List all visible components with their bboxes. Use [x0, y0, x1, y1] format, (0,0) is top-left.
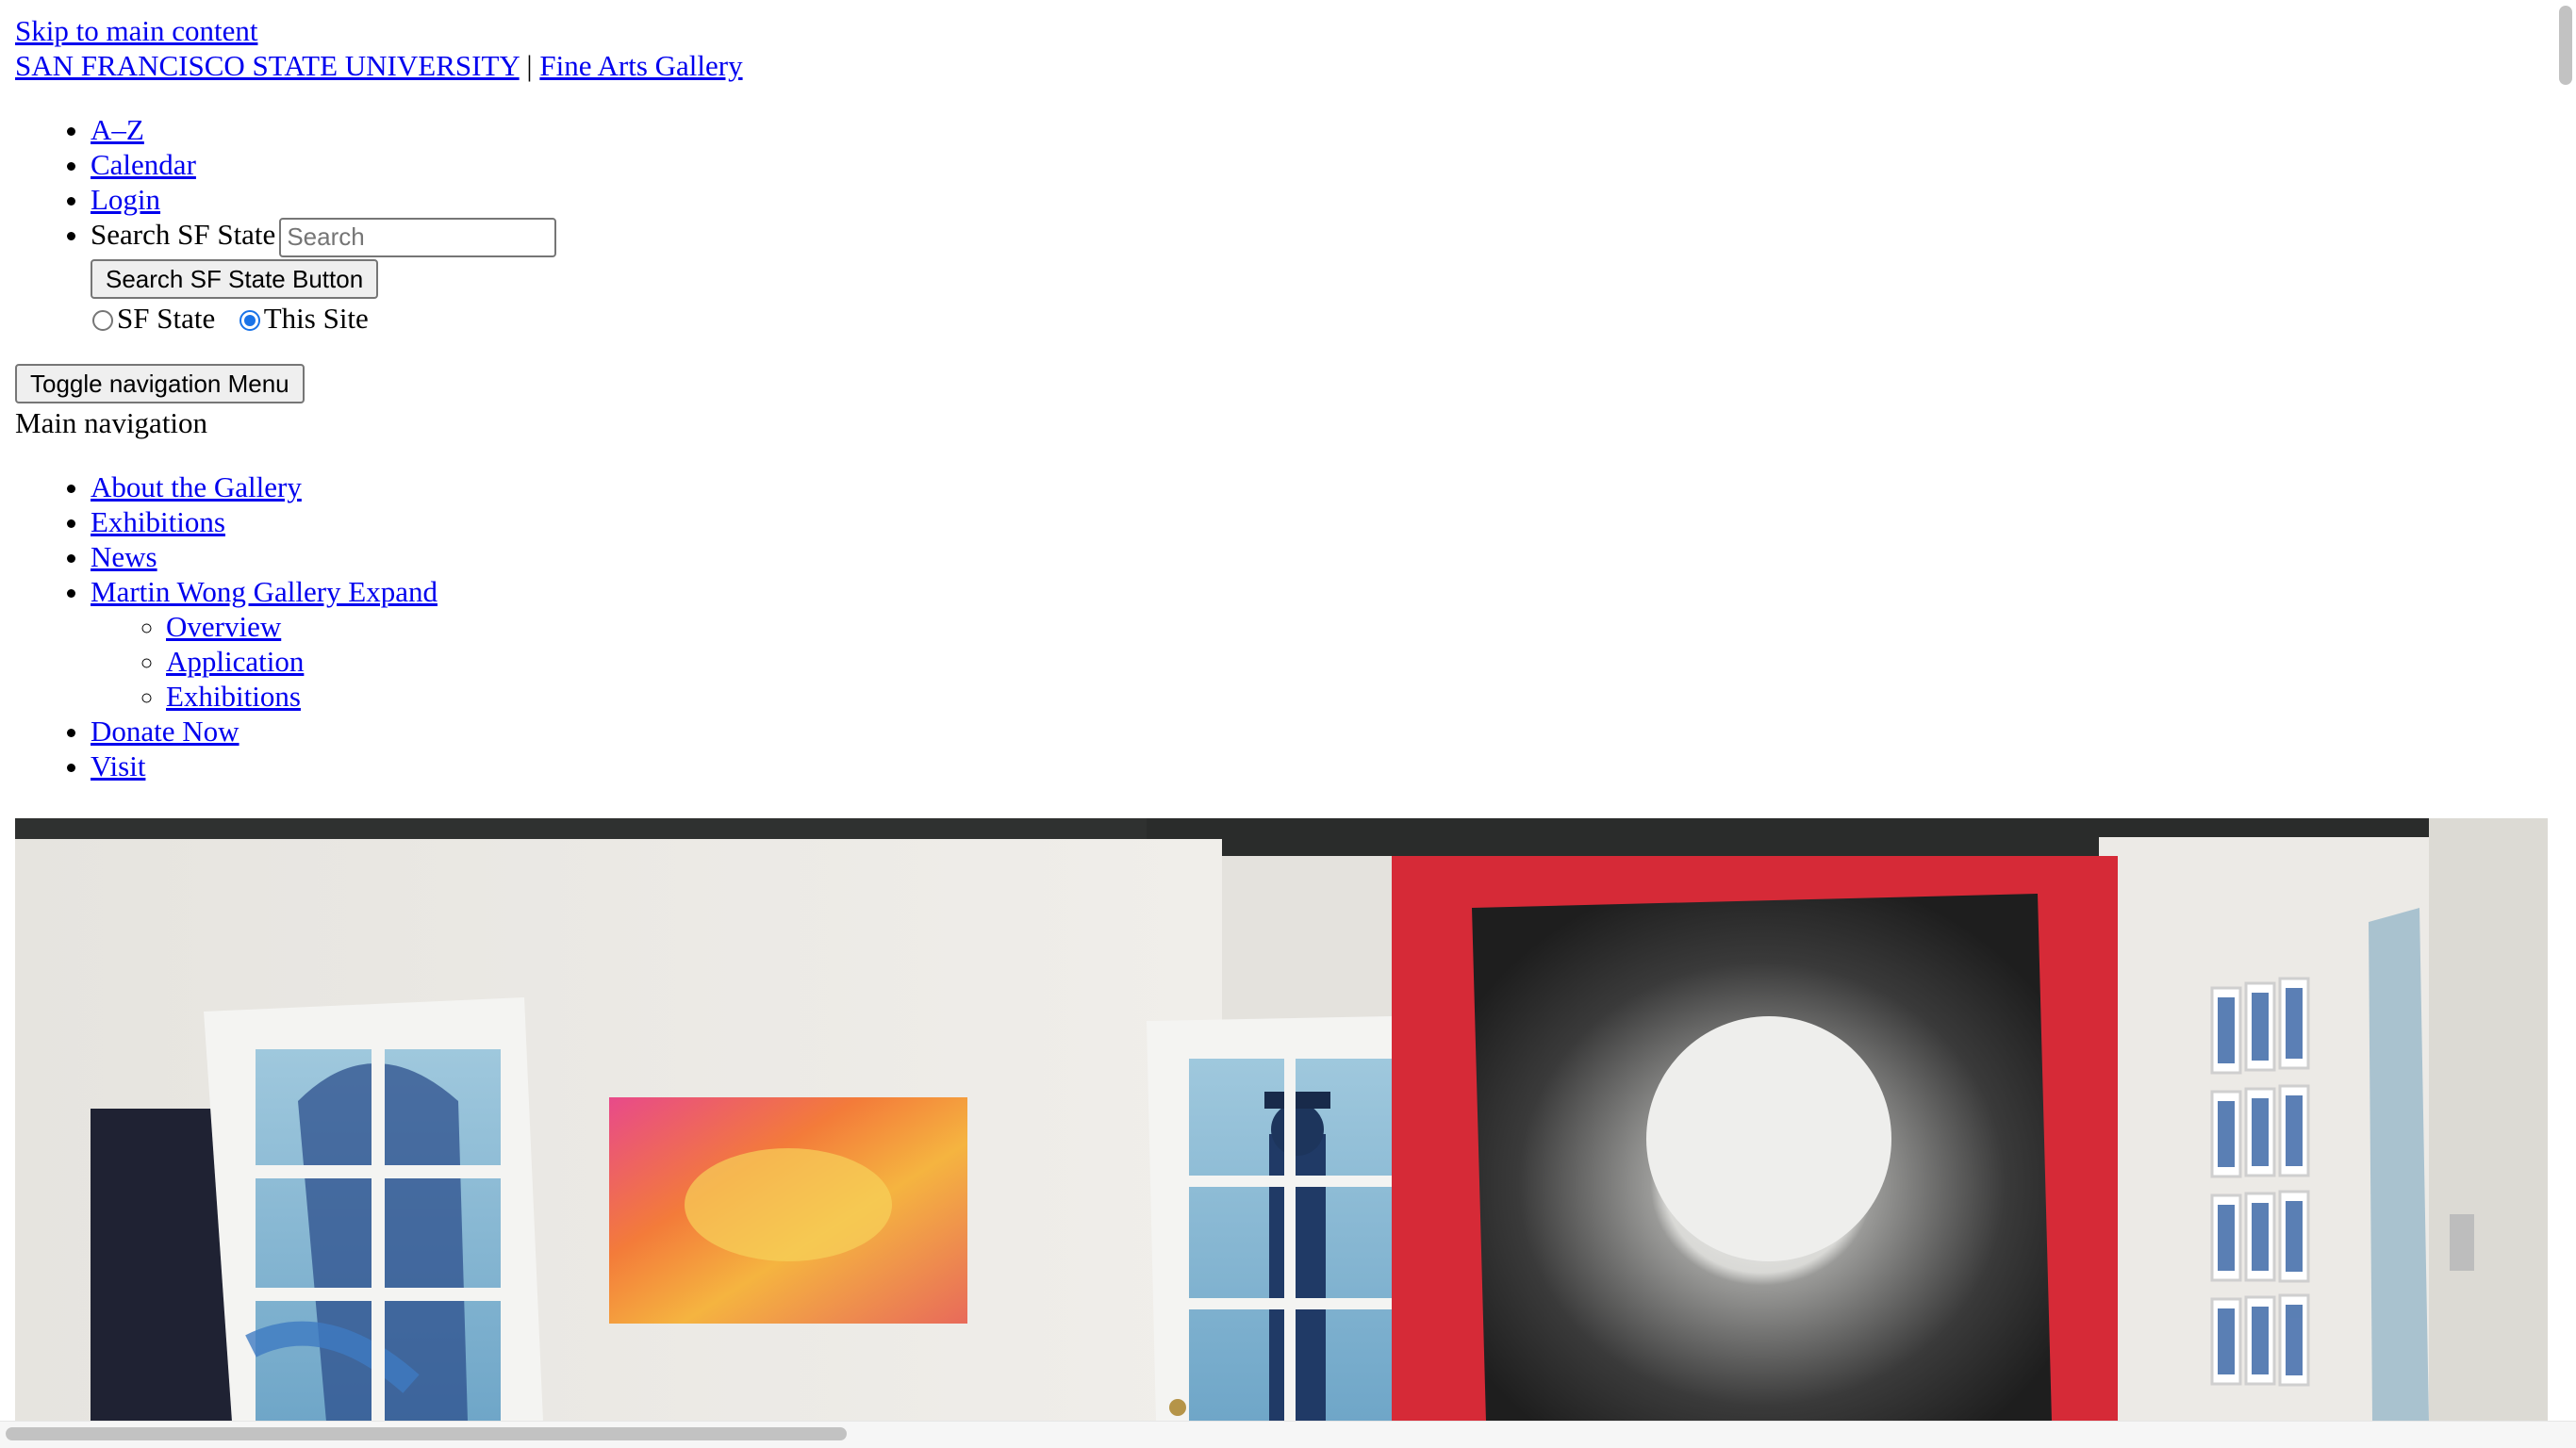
site-header: SAN FRANCISCO STATE UNIVERSITY | Fine Ar…: [15, 48, 2551, 83]
calendar-link[interactable]: Calendar: [91, 148, 196, 181]
university-link[interactable]: SAN FRANCISCO STATE UNIVERSITY: [15, 49, 520, 82]
utility-item-a-z: A–Z: [91, 112, 2551, 147]
utility-item-login: Login: [91, 182, 2551, 217]
martin-wong-submenu: Overview Application Exhibitions: [91, 609, 2551, 714]
search-label: Search SF State: [91, 218, 276, 251]
submenu-item-application: Application: [166, 644, 2551, 679]
exhibitions-link[interactable]: Exhibitions: [91, 505, 225, 538]
nav-item-martin-wong: Martin Wong Gallery Expand Overview Appl…: [91, 574, 2551, 714]
this-site-radio[interactable]: [239, 309, 260, 331]
utility-nav: A–Z Calendar Login Search SF State Searc…: [15, 112, 2551, 336]
sf-state-radio-label: SF State: [117, 301, 216, 335]
application-link[interactable]: Application: [166, 645, 304, 678]
header-separator: |: [526, 49, 533, 82]
vertical-scrollbar[interactable]: [2559, 6, 2572, 85]
search-scope: SF State This Site: [92, 301, 2551, 336]
nav-item-visit: Visit: [91, 749, 2551, 783]
utility-item-calendar: Calendar: [91, 147, 2551, 182]
skip-to-content-link[interactable]: Skip to main content: [15, 13, 2551, 48]
main-navigation-label: Main navigation: [15, 405, 208, 439]
visit-link[interactable]: Visit: [91, 749, 145, 782]
site-name-link[interactable]: Fine Arts Gallery: [539, 49, 742, 82]
main-nav: About the Gallery Exhibitions News Marti…: [15, 469, 2551, 783]
nav-item-exhibitions: Exhibitions: [91, 504, 2551, 539]
nav-item-news: News: [91, 539, 2551, 574]
gallery-installation-illustration: [15, 818, 2548, 1422]
nav-item-donate: Donate Now: [91, 714, 2551, 749]
horizontal-scrollbar[interactable]: [6, 1427, 847, 1440]
martin-wong-gallery-link[interactable]: Martin Wong Gallery Expand: [91, 575, 438, 608]
submenu-item-exhibitions: Exhibitions: [166, 679, 2551, 714]
toggle-navigation-button[interactable]: Toggle navigation Menu: [15, 363, 305, 403]
martin-wong-exhibitions-link[interactable]: Exhibitions: [166, 680, 301, 713]
submenu-item-overview: Overview: [166, 609, 2551, 644]
nav-item-about: About the Gallery: [91, 469, 2551, 504]
news-link[interactable]: News: [91, 540, 157, 573]
this-site-radio-label: This Site: [263, 301, 369, 335]
search-input[interactable]: [279, 217, 557, 257]
overview-link[interactable]: Overview: [166, 610, 281, 643]
sf-state-radio[interactable]: [92, 309, 113, 331]
donate-now-link[interactable]: Donate Now: [91, 715, 239, 748]
search-button[interactable]: Search SF State Button: [91, 258, 379, 299]
login-link[interactable]: Login: [91, 183, 160, 216]
a-z-link[interactable]: A–Z: [91, 113, 144, 146]
about-gallery-link[interactable]: About the Gallery: [91, 470, 302, 503]
hero-image: [15, 818, 2548, 1422]
page-content: Skip to main content SAN FRANCISCO STATE…: [15, 13, 2551, 783]
utility-item-search: Search SF State Search SF State Button S…: [91, 217, 2551, 336]
